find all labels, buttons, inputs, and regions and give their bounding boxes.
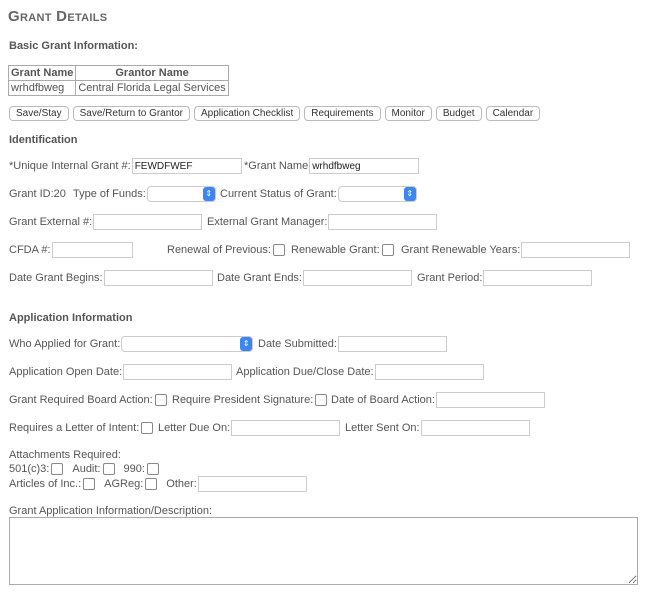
president-label: Require President Signature: — [172, 394, 313, 406]
letter-due-input[interactable] — [231, 420, 340, 436]
save-stay-button[interactable]: Save/Stay — [9, 106, 69, 121]
action-toolbar: Save/Stay Save/Return to Grantor Applica… — [9, 106, 540, 121]
external-input[interactable] — [93, 214, 202, 230]
renewal-label: Renewal of Previous: — [167, 244, 271, 256]
who-select[interactable]: ⇕ — [121, 336, 253, 352]
due-date-input[interactable] — [375, 364, 484, 380]
application-checklist-button[interactable]: Application Checklist — [194, 106, 300, 121]
chevron-updown-icon: ⇕ — [240, 337, 252, 351]
ends-label: Date Grant Ends: — [217, 272, 302, 284]
audit-checkbox[interactable] — [103, 463, 115, 475]
cell-grantor-name: Central Florida Legal Services — [76, 81, 228, 96]
cfda-label: CFDA #: — [9, 244, 51, 256]
page-title: Grant Details — [8, 8, 107, 25]
grant-id: Grant ID:20 — [9, 188, 66, 200]
period-input[interactable] — [483, 270, 592, 286]
calendar-button[interactable]: Calendar — [486, 106, 541, 121]
990-checkbox[interactable] — [147, 463, 159, 475]
intent-label: Requires a Letter of Intent: — [9, 422, 139, 434]
letter-sent-input[interactable] — [421, 420, 530, 436]
manager-label: External Grant Manager: — [207, 216, 327, 228]
501c3-checkbox[interactable] — [51, 463, 63, 475]
501c3-label: 501(c)3: — [9, 463, 49, 475]
grant-name-input[interactable] — [309, 158, 419, 174]
application-heading: Application Information — [9, 312, 132, 324]
begins-label: Date Grant Begins: — [9, 272, 103, 284]
open-date-label: Application Open Date: — [9, 366, 122, 378]
grant-name-label: *Grant Name — [244, 160, 308, 172]
years-input[interactable] — [521, 242, 630, 258]
intent-checkbox[interactable] — [141, 422, 153, 434]
ends-input[interactable] — [303, 270, 412, 286]
status-select[interactable]: ⇕ — [338, 186, 417, 202]
funds-select[interactable]: ⇕ — [147, 186, 216, 202]
external-label: Grant External #: — [9, 216, 92, 228]
990-label: 990: — [124, 463, 145, 475]
board-action-label: Grant Required Board Action: — [9, 394, 153, 406]
cell-grant-name: wrhdfbweg — [9, 81, 76, 96]
articles-label: Articles of Inc.: — [9, 478, 81, 490]
identification-heading: Identification — [9, 134, 77, 146]
agreg-checkbox[interactable] — [145, 478, 157, 490]
unique-grant-input[interactable] — [132, 158, 242, 174]
due-date-label: Application Due/Close Date: — [236, 366, 374, 378]
letter-due-label: Letter Due On: — [158, 422, 230, 434]
description-textarea[interactable] — [9, 517, 638, 585]
grant-summary-table: Grant NameGrantor Name wrhdfbwegCentral … — [8, 65, 229, 96]
years-label: Grant Renewable Years: — [401, 244, 520, 256]
chevron-updown-icon: ⇕ — [404, 187, 416, 201]
requirements-button[interactable]: Requirements — [304, 106, 380, 121]
status-label: Current Status of Grant: — [220, 188, 337, 200]
submitted-label: Date Submitted: — [258, 338, 337, 350]
chevron-updown-icon: ⇕ — [203, 187, 215, 201]
agreg-label: AGReg: — [104, 478, 143, 490]
col-grantor-name: Grantor Name — [76, 66, 228, 81]
submitted-input[interactable] — [338, 336, 447, 352]
begins-input[interactable] — [104, 270, 213, 286]
board-date-input[interactable] — [436, 392, 545, 408]
period-label: Grant Period: — [417, 272, 482, 284]
monitor-button[interactable]: Monitor — [385, 106, 432, 121]
audit-label: Audit: — [72, 463, 100, 475]
articles-checkbox[interactable] — [83, 478, 95, 490]
other-input[interactable] — [198, 476, 307, 492]
renewal-checkbox[interactable] — [273, 244, 285, 256]
renewable-checkbox[interactable] — [382, 244, 394, 256]
manager-input[interactable] — [328, 214, 437, 230]
attachments-label: Attachments Required: — [9, 449, 121, 461]
who-label: Who Applied for Grant: — [9, 338, 120, 350]
description-label: Grant Application Information/Descriptio… — [9, 505, 212, 517]
basic-info-heading: Basic Grant Information: — [9, 40, 138, 52]
funds-label: Type of Funds: — [73, 188, 146, 200]
other-label: Other: — [166, 478, 197, 490]
cfda-input[interactable] — [52, 242, 133, 258]
unique-grant-label: *Unique Internal Grant #: — [9, 160, 131, 172]
board-action-checkbox[interactable] — [155, 394, 167, 406]
open-date-input[interactable] — [123, 364, 232, 380]
renewable-label: Renewable Grant: — [291, 244, 380, 256]
president-checkbox[interactable] — [315, 394, 327, 406]
budget-button[interactable]: Budget — [436, 106, 482, 121]
letter-sent-label: Letter Sent On: — [345, 422, 420, 434]
save-return-button[interactable]: Save/Return to Grantor — [73, 106, 190, 121]
col-grant-name: Grant Name — [9, 66, 76, 81]
board-date-label: Date of Board Action: — [331, 394, 435, 406]
